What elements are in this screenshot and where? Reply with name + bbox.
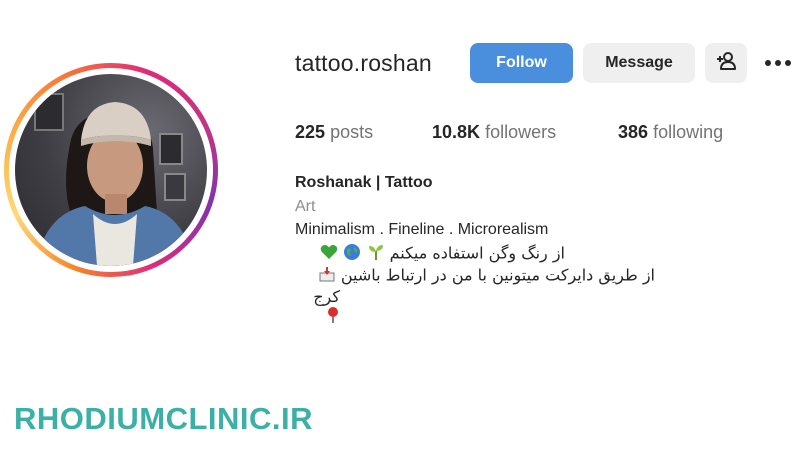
bio-category: Art: [295, 198, 316, 215]
bio-line-location-text: کرج: [313, 287, 340, 306]
posts-count: 225: [295, 122, 326, 142]
bio-line-location: کرج: [295, 287, 340, 328]
bio-line-direct-text: از طریق دایرکت میتونین با من در ارتباط ب…: [340, 265, 655, 285]
more-options-icon: [764, 54, 792, 72]
bio-line-styles: Minimalism . Fineline . Microrealism: [295, 221, 549, 238]
bio-line-vegan-text: از رنگ وگن استفاده میکنم: [389, 243, 565, 263]
follow-button-label: Follow: [496, 54, 547, 71]
following-count: 386: [618, 122, 649, 142]
suggest-users-button[interactable]: [705, 43, 747, 83]
following-label: following: [653, 122, 724, 142]
more-options-button[interactable]: [760, 43, 796, 83]
watermark-text: RHODIUMCLINIC.IR: [14, 401, 314, 436]
avatar[interactable]: [15, 74, 207, 266]
avatar-frame: [9, 68, 213, 272]
bio-line-direct: از طریق دایرکت میتونین با من در ارتباط ب…: [295, 265, 655, 287]
avatar-story-ring[interactable]: [4, 63, 218, 277]
message-button[interactable]: Message: [583, 43, 695, 83]
round-pushpin-icon: [326, 306, 340, 328]
inbox-tray-icon: [318, 265, 336, 287]
bio-line-vegan: از رنگ وگن استفاده میکنم: [295, 243, 565, 265]
followers-stat[interactable]: 10.8K followers: [432, 122, 556, 143]
add-user-icon: [715, 50, 737, 77]
bio-full-name: Roshanak | Tattoo: [295, 174, 433, 191]
avatar-photo-image: [34, 93, 195, 266]
followers-count: 10.8K: [432, 122, 481, 142]
posts-label: posts: [330, 122, 374, 142]
profile-username: tattoo.roshan: [295, 50, 432, 76]
posts-stat: 225 posts: [295, 122, 373, 143]
message-button-label: Message: [605, 54, 673, 71]
globe-icon: [343, 243, 361, 265]
followers-label: followers: [485, 122, 557, 142]
following-stat[interactable]: 386 following: [618, 122, 723, 143]
follow-button[interactable]: Follow: [470, 43, 573, 83]
green-heart-icon: [320, 243, 338, 265]
seedling-icon: [367, 243, 385, 265]
